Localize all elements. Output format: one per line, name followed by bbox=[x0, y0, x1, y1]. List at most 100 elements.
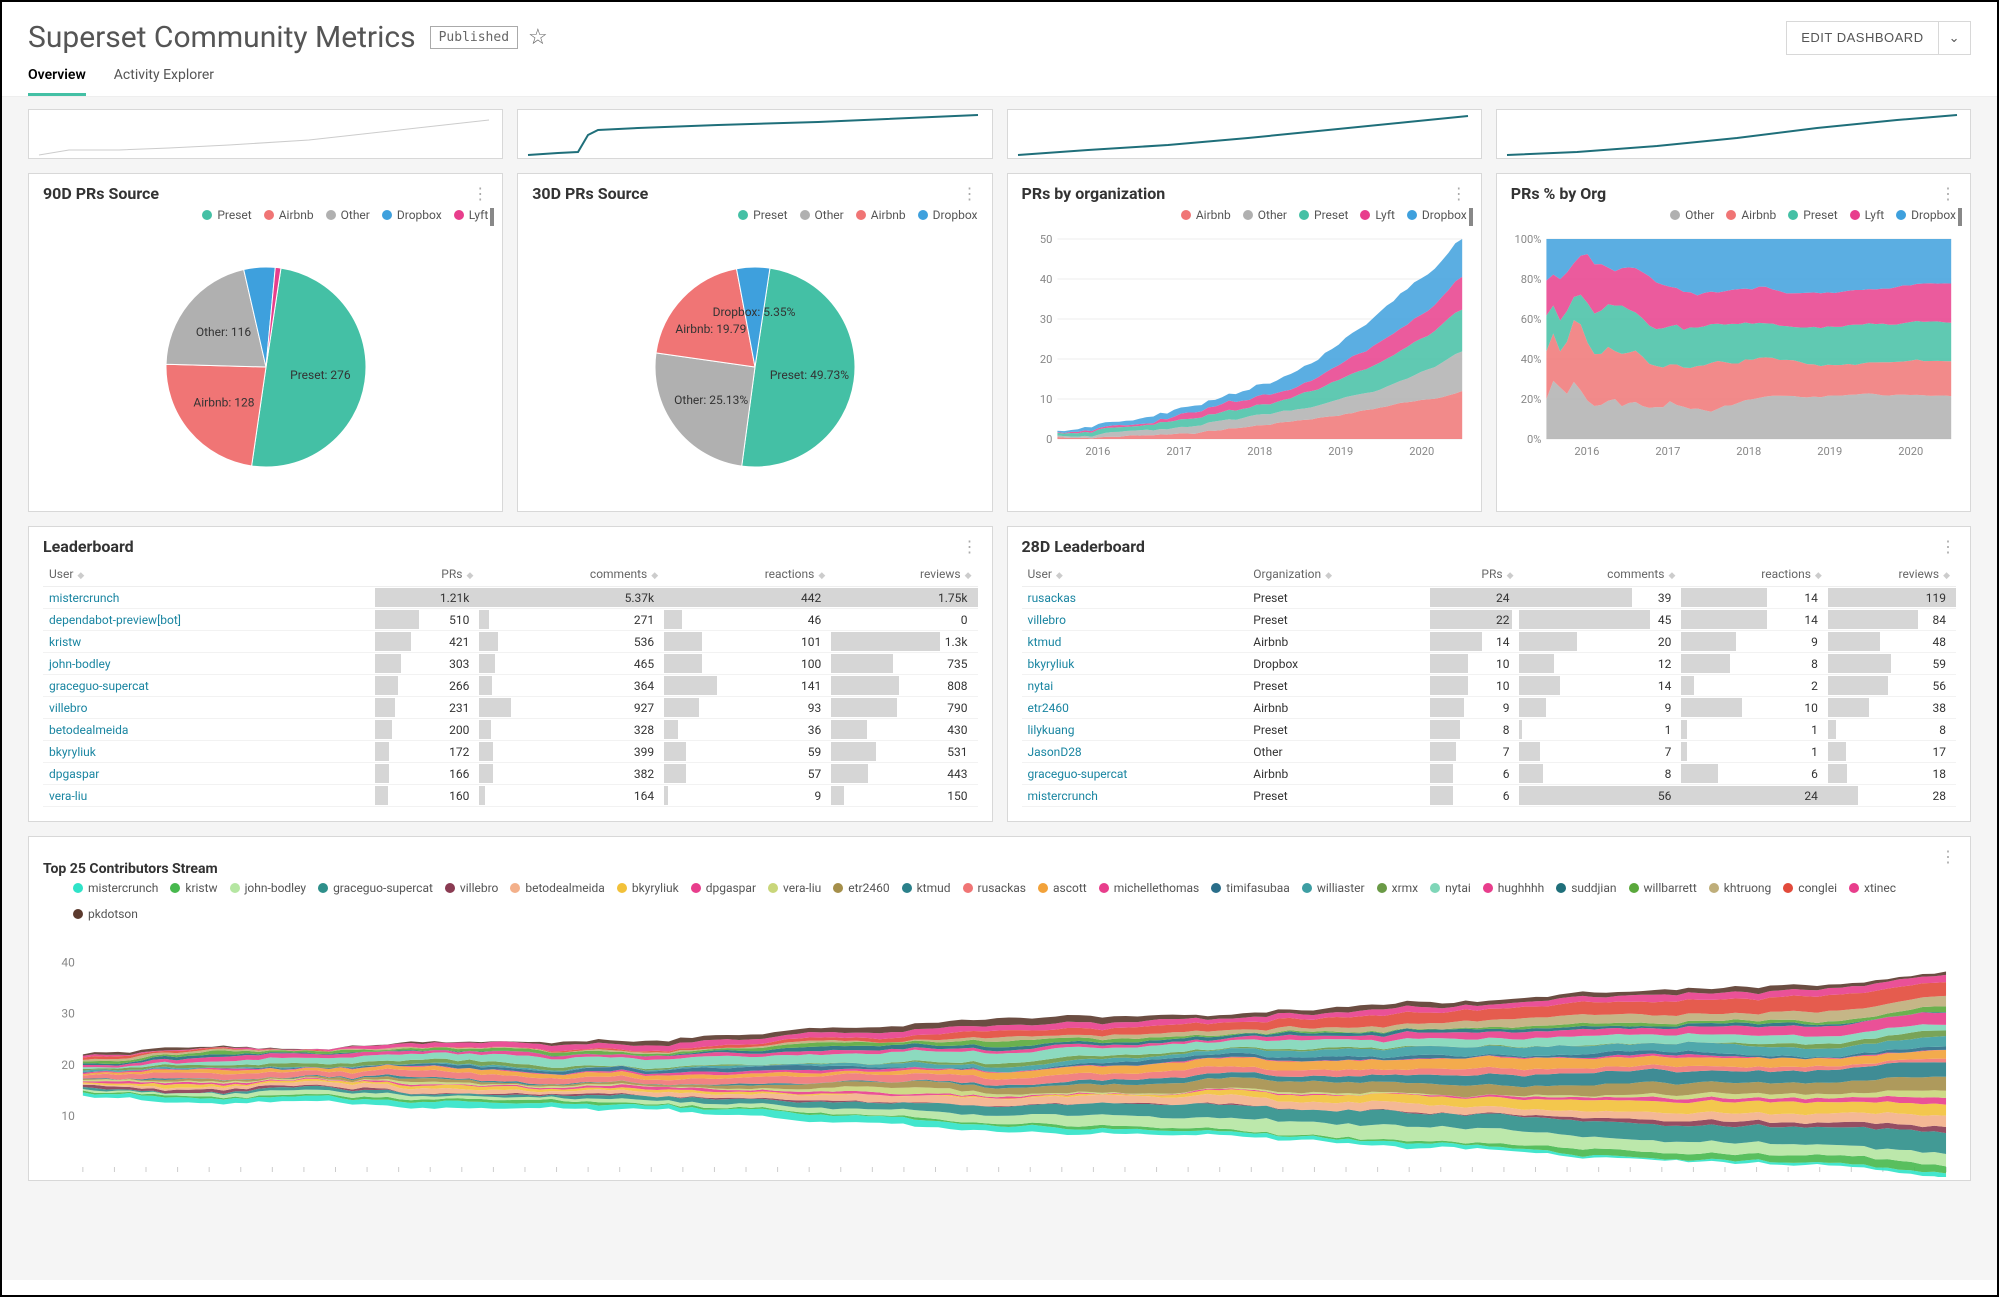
column-header[interactable]: reviews◆ bbox=[1828, 562, 1956, 587]
dashboard-actions-caret[interactable]: ⌄ bbox=[1939, 21, 1971, 55]
column-header[interactable]: User◆ bbox=[1022, 562, 1248, 587]
user-cell: villebro bbox=[1022, 609, 1248, 631]
legend-item[interactable]: Dropbox bbox=[382, 208, 442, 222]
legend-item[interactable]: pkdotson bbox=[73, 907, 138, 921]
column-header[interactable]: comments◆ bbox=[1519, 562, 1681, 587]
column-header[interactable]: Organization◆ bbox=[1247, 562, 1430, 587]
legend-item[interactable]: nytai bbox=[1430, 881, 1471, 895]
legend-item[interactable]: rusackas bbox=[963, 881, 1027, 895]
user-link[interactable]: vera-liu bbox=[49, 789, 87, 803]
user-link[interactable]: bkyryliuk bbox=[49, 745, 96, 759]
scrollbar-handle-icon[interactable] bbox=[1469, 208, 1473, 226]
column-header[interactable]: PRs◆ bbox=[375, 562, 480, 587]
legend-item[interactable]: betodealmeida bbox=[510, 881, 604, 895]
legend-item[interactable]: graceguo-supercat bbox=[318, 881, 433, 895]
favorite-star-icon[interactable]: ☆ bbox=[528, 25, 548, 50]
pie-slice[interactable] bbox=[655, 353, 755, 466]
chart-menu-icon[interactable]: ⋮ bbox=[1940, 847, 1958, 866]
edit-dashboard-button[interactable]: EDIT DASHBOARD bbox=[1786, 21, 1938, 55]
legend-item[interactable]: ktmud bbox=[902, 881, 951, 895]
legend-item[interactable]: Dropbox bbox=[1896, 208, 1956, 222]
legend-item[interactable]: Dropbox bbox=[1407, 208, 1467, 222]
legend-item[interactable]: bkyryliuk bbox=[617, 881, 679, 895]
user-link[interactable]: mistercrunch bbox=[49, 591, 119, 605]
column-header[interactable]: reactions◆ bbox=[664, 562, 831, 587]
legend-item[interactable]: kristw bbox=[170, 881, 217, 895]
legend-item[interactable]: Lyft bbox=[454, 208, 489, 222]
column-header[interactable]: User◆ bbox=[43, 562, 375, 587]
chart-menu-icon[interactable]: ⋮ bbox=[1940, 184, 1958, 203]
user-link[interactable]: mistercrunch bbox=[1028, 789, 1098, 803]
legend-item[interactable]: mistercrunch bbox=[73, 881, 158, 895]
legend-item[interactable]: willbarrett bbox=[1629, 881, 1697, 895]
scrollbar-handle-icon[interactable] bbox=[1958, 208, 1962, 226]
legend-item[interactable]: Other bbox=[1243, 208, 1287, 222]
legend-item[interactable]: Other bbox=[800, 208, 844, 222]
legend-item[interactable]: Other bbox=[326, 208, 370, 222]
tab-activity-explorer[interactable]: Activity Explorer bbox=[114, 67, 214, 96]
legend-label: Other bbox=[341, 208, 370, 222]
legend-item[interactable]: ascott bbox=[1038, 881, 1087, 895]
metric-cell: 442 bbox=[664, 587, 831, 609]
user-link[interactable]: graceguo-supercat bbox=[1028, 767, 1128, 781]
legend-item[interactable]: Preset bbox=[1299, 208, 1348, 222]
legend-item[interactable]: Preset bbox=[1788, 208, 1837, 222]
axis-tick-label: 40 bbox=[61, 956, 75, 970]
legend-item[interactable]: Dropbox bbox=[918, 208, 978, 222]
legend-item[interactable]: Airbnb bbox=[1181, 208, 1231, 222]
chart-menu-icon[interactable]: ⋮ bbox=[1940, 537, 1958, 556]
scrollbar-handle-icon[interactable] bbox=[490, 208, 494, 226]
user-link[interactable]: john-bodley bbox=[49, 657, 111, 671]
user-link[interactable]: lilykuang bbox=[1028, 723, 1075, 737]
tab-overview[interactable]: Overview bbox=[28, 67, 86, 96]
legend-item[interactable]: dpgaspar bbox=[691, 881, 756, 895]
column-header[interactable]: comments◆ bbox=[479, 562, 664, 587]
chart-menu-icon[interactable]: ⋮ bbox=[1451, 184, 1469, 203]
user-link[interactable]: nytai bbox=[1028, 679, 1054, 693]
legend-item[interactable]: khtruong bbox=[1709, 881, 1772, 895]
legend-item[interactable]: vera-liu bbox=[768, 881, 821, 895]
legend-item[interactable]: conglei bbox=[1783, 881, 1837, 895]
legend-item[interactable]: Preset bbox=[738, 208, 787, 222]
column-header[interactable]: reactions◆ bbox=[1681, 562, 1827, 587]
user-link[interactable]: etr2460 bbox=[1028, 701, 1069, 715]
user-link[interactable]: bkyryliuk bbox=[1028, 657, 1075, 671]
legend-item[interactable]: michellethomas bbox=[1099, 881, 1200, 895]
user-link[interactable]: villebro bbox=[49, 701, 87, 715]
chart-menu-icon[interactable]: ⋮ bbox=[962, 537, 980, 556]
metric-cell: 510 bbox=[375, 609, 480, 631]
legend-item[interactable]: villebro bbox=[445, 881, 498, 895]
user-link[interactable]: rusackas bbox=[1028, 591, 1077, 605]
legend-item[interactable]: williaster bbox=[1302, 881, 1365, 895]
legend-item[interactable]: Lyft bbox=[1360, 208, 1395, 222]
user-link[interactable]: villebro bbox=[1028, 613, 1066, 627]
legend-item[interactable]: xrmx bbox=[1377, 881, 1419, 895]
pie-slice[interactable] bbox=[166, 364, 266, 466]
legend-item[interactable]: Lyft bbox=[1850, 208, 1885, 222]
user-link[interactable]: dependabot-preview[bot] bbox=[49, 613, 181, 627]
legend-item[interactable]: timifasubaa bbox=[1211, 881, 1290, 895]
user-link[interactable]: dpgaspar bbox=[49, 767, 99, 781]
user-link[interactable]: JasonD28 bbox=[1028, 745, 1082, 759]
bar-fill bbox=[1430, 676, 1467, 695]
legend-item[interactable]: Airbnb bbox=[1726, 208, 1776, 222]
legend-item[interactable]: hughhhh bbox=[1483, 881, 1544, 895]
legend-item[interactable]: suddjian bbox=[1556, 881, 1616, 895]
metric-cell: 12 bbox=[1519, 653, 1681, 675]
legend-item[interactable]: xtinec bbox=[1849, 881, 1896, 895]
legend-item[interactable]: Other bbox=[1670, 208, 1714, 222]
user-link[interactable]: ktmud bbox=[1028, 635, 1062, 649]
column-header[interactable]: PRs◆ bbox=[1430, 562, 1519, 587]
user-link[interactable]: betodealmeida bbox=[49, 723, 128, 737]
legend-item[interactable]: Airbnb bbox=[264, 208, 314, 222]
chart-menu-icon[interactable]: ⋮ bbox=[472, 184, 490, 203]
legend-item[interactable]: etr2460 bbox=[833, 881, 889, 895]
user-cell: graceguo-supercat bbox=[43, 675, 375, 697]
chart-menu-icon[interactable]: ⋮ bbox=[962, 184, 980, 203]
user-link[interactable]: graceguo-supercat bbox=[49, 679, 149, 693]
legend-item[interactable]: Airbnb bbox=[856, 208, 906, 222]
user-link[interactable]: kristw bbox=[49, 635, 81, 649]
legend-item[interactable]: Preset bbox=[202, 208, 251, 222]
column-header[interactable]: reviews◆ bbox=[831, 562, 977, 587]
legend-item[interactable]: john-bodley bbox=[230, 881, 307, 895]
